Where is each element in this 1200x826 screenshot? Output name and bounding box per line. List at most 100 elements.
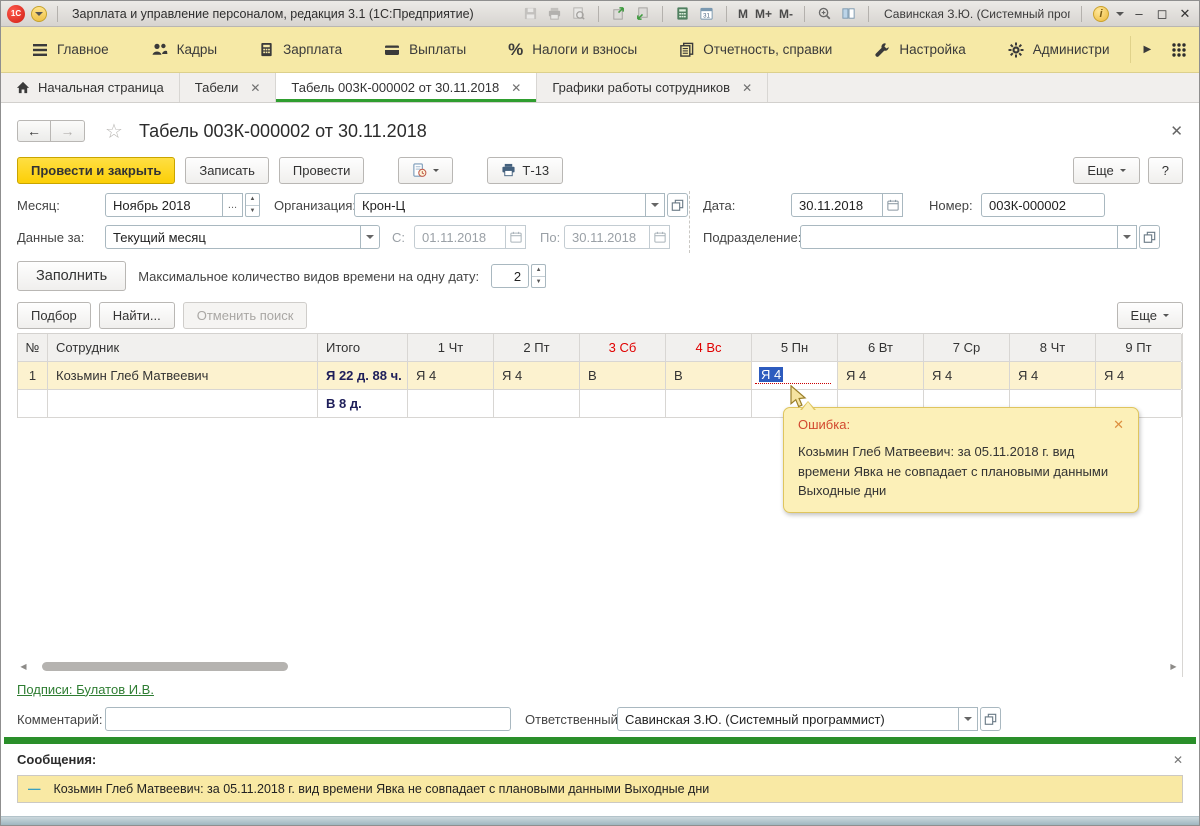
tab-home[interactable]: Начальная страница [1,73,180,102]
menu-payments[interactable]: Выплаты [363,27,487,72]
messages-close-icon[interactable]: ✕ [1173,753,1183,767]
preview-icon[interactable] [570,5,587,22]
cell-day-4[interactable] [666,390,752,417]
date-calendar-icon[interactable] [883,193,903,217]
error-tooltip-close-icon[interactable]: ✕ [1113,417,1124,433]
get-link-icon[interactable] [610,5,627,22]
fill-button[interactable]: Заполнить [17,261,126,291]
horizontal-scrollbar[interactable]: ◀ ▶ [17,660,1180,673]
forward-button[interactable]: → [51,120,85,142]
cell-day-7[interactable]: Я 4 [924,362,1010,389]
max-time-types-input[interactable]: 2 [491,264,529,288]
messages-splitter[interactable] [4,737,1196,744]
scrollbar-track[interactable] [30,662,1167,671]
find-button[interactable]: Найти... [99,302,175,329]
write-button[interactable]: Записать [185,157,269,184]
tab-work-schedules[interactable]: Графики работы сотрудников✕ [537,73,768,102]
tab-close-icon[interactable]: ✕ [511,81,521,95]
memory-m-minus-button[interactable]: M- [779,7,793,21]
responsible-dropdown-button[interactable] [959,707,978,731]
cell-day-2[interactable] [494,390,580,417]
tab-close-icon[interactable]: ✕ [742,81,752,95]
cell-day-8[interactable]: Я 4 [1010,362,1096,389]
organization-input[interactable]: Крон-Ц [354,193,646,217]
tab-tabeli[interactable]: Табели✕ [180,73,277,102]
more-button[interactable]: Еще [1073,157,1139,184]
post-and-close-button[interactable]: Провести и закрыть [17,157,175,184]
menu-main[interactable]: Главное [11,27,130,72]
responsible-input[interactable]: Савинская З.Ю. (Системный программист) [617,707,959,731]
organization-open-icon[interactable] [667,193,688,217]
menu-personnel[interactable]: Кадры [130,27,238,72]
scrollbar-thumb[interactable] [42,662,288,671]
cell-edit-field[interactable]: Я 4 [755,365,831,384]
split-view-icon[interactable] [840,5,857,22]
menu-salary[interactable]: Зарплата [238,27,363,72]
cell-day-2[interactable]: Я 4 [494,362,580,389]
back-button[interactable]: ← [17,120,51,142]
maximize-button[interactable]: ◻ [1154,6,1170,22]
favorite-star-icon[interactable]: ☆ [105,119,123,144]
department-dropdown-button[interactable] [1118,225,1137,249]
max-time-types-stepper[interactable]: ▲▼ [531,264,546,288]
date-input[interactable]: 30.11.2018 [791,193,883,217]
cell-day-3[interactable] [580,390,666,417]
data-for-select[interactable]: Текущий месяц [105,225,361,249]
cell-day-4[interactable]: В [666,362,752,389]
help-button[interactable]: ? [1148,157,1183,184]
menu-settings[interactable]: Настройка [853,27,986,72]
print-icon[interactable] [546,5,563,22]
scroll-left-icon[interactable]: ◀ [17,662,30,671]
cell-employee[interactable]: Козьмин Глеб Матвеевич [48,362,318,389]
close-button[interactable]: ✕ [1177,6,1193,22]
all-functions-icon[interactable] [1171,42,1187,58]
month-input[interactable]: Ноябрь 2018 [105,193,223,217]
info-caret-icon[interactable] [1116,12,1124,20]
responsible-open-icon[interactable] [980,707,1001,731]
form-close-icon[interactable]: ✕ [1170,122,1183,140]
memory-m-plus-button[interactable]: M+ [755,7,772,21]
menu-administration[interactable]: Администри [987,27,1131,72]
cell-day-9[interactable]: Я 4 [1096,362,1182,389]
menu-taxes[interactable]: % Налоги и взносы [487,27,658,72]
cell-num[interactable]: 1 [18,362,48,389]
table-more-button[interactable]: Еще [1117,302,1183,329]
organization-dropdown-button[interactable] [646,193,665,217]
calendar-icon[interactable]: 31 [698,5,715,22]
tab-close-icon[interactable]: ✕ [250,81,260,95]
pick-button[interactable]: Подбор [17,302,91,329]
data-for-dropdown-button[interactable] [361,225,380,249]
go-link-icon[interactable] [634,5,651,22]
cell-day-3[interactable]: В [580,362,666,389]
cell-day-1[interactable] [408,390,494,417]
main-menu-button[interactable] [31,6,47,22]
panel-expand-icon[interactable]: ▶ [1143,44,1151,55]
comment-input[interactable] [105,707,511,731]
department-open-icon[interactable] [1139,225,1160,249]
calculator-icon[interactable] [674,5,691,22]
zoom-icon[interactable] [816,5,833,22]
post-button[interactable]: Провести [279,157,365,184]
minimize-button[interactable]: – [1131,6,1147,21]
scroll-right-icon[interactable]: ▶ [1167,662,1180,671]
cell-day-6[interactable]: Я 4 [838,362,924,389]
cell-employee[interactable] [48,390,318,417]
message-item[interactable]: — Козьмин Глеб Матвеевич: за 05.11.2018 … [17,775,1183,803]
print-t13-button[interactable]: Т-13 [487,157,563,184]
cell-day-1[interactable]: Я 4 [408,362,494,389]
month-stepper[interactable]: ▲▼ [245,193,260,217]
cell-total[interactable]: В 8 д. [318,390,408,417]
cell-num[interactable] [18,390,48,417]
info-icon[interactable]: i [1093,6,1109,22]
memory-m-button[interactable]: M [738,7,748,21]
tab-tabel-document[interactable]: Табель 003К-000002 от 30.11.2018✕ [276,73,537,102]
signatures-link[interactable]: Подписи: Булатов И.В. [17,682,154,697]
current-user[interactable]: Савинская З.Ю. (Системный прог... [880,7,1070,21]
cell-total[interactable]: Я 22 д. 88 ч. [318,362,408,389]
menu-reports[interactable]: Отчетность, справки [658,27,853,72]
month-choose-button[interactable]: ... [223,193,243,217]
table-row[interactable]: 1 Козьмин Глеб Матвеевич Я 22 д. 88 ч. Я… [18,362,1181,390]
save-icon[interactable] [522,5,539,22]
posting-options-button[interactable] [398,157,453,184]
department-input[interactable] [800,225,1118,249]
